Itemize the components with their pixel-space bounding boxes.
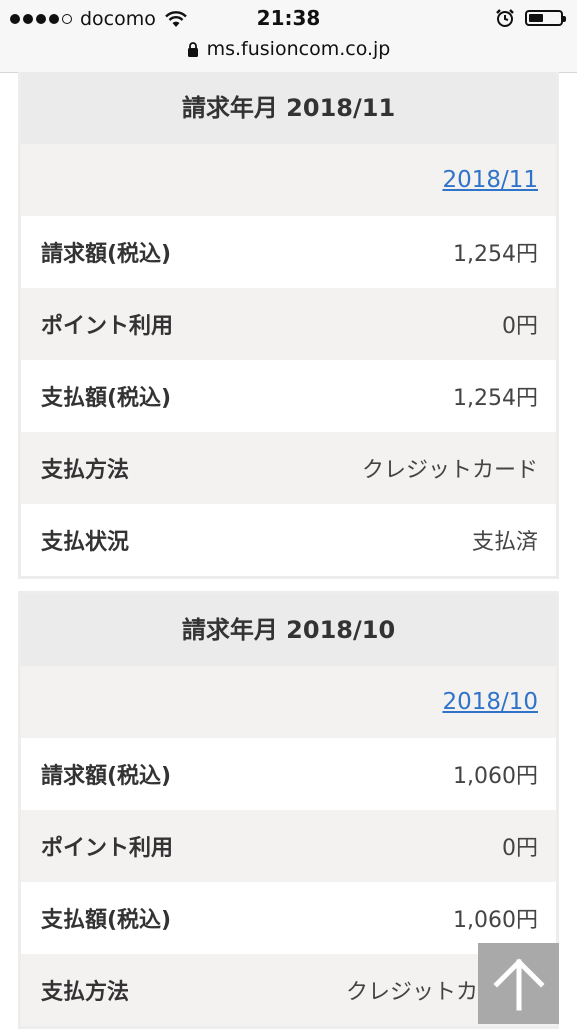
card-header: 請求年月 2018/10 [21,591,556,666]
row-label: 支払方法 [41,458,130,483]
clock: 21:38 [256,6,321,30]
billing-card: 請求年月 2018/11 2018/11 請求額(税込) 1,254円 ポイント… [18,72,559,579]
card-header: 請求年月 2018/11 [21,72,556,144]
row-value: 支払済 [471,530,538,555]
arrow-up-icon [492,957,545,1010]
status-bar: docomo 21:38 ms.fusioncom.co.jp [0,0,577,73]
row-label: 請求額(税込) [41,242,172,267]
row-value: 1,254円 [453,242,538,267]
billing-row: 支払額(税込) 1,254円 [21,360,556,432]
row-value: 0円 [502,314,538,339]
row-label: ポイント利用 [41,314,174,339]
billing-row: 支払方法 クレジットカード [21,432,556,504]
battery-icon [525,10,566,26]
month-detail-link[interactable]: 2018/10 [442,689,538,715]
billing-row: 支払方法 クレジットカ [21,954,556,1026]
row-value: クレジットカ [345,980,478,1005]
address-bar[interactable]: ms.fusioncom.co.jp [0,38,577,60]
row-value: 1,060円 [453,764,538,789]
scroll-to-top-button[interactable] [478,943,559,1024]
month-link-row: 2018/10 [21,666,556,738]
row-value: クレジットカード [361,458,538,483]
row-value: 1,254円 [453,386,538,411]
status-bar-right [495,8,566,28]
row-label: 支払状況 [41,530,130,555]
billing-row: 請求額(税込) 1,254円 [21,216,556,288]
billing-row: ポイント利用 0円 [21,288,556,360]
month-link-row: 2018/11 [21,144,556,216]
row-label: 支払方法 [41,980,130,1005]
lock-icon [187,41,198,57]
alarm-icon [496,9,514,27]
row-value: 0円 [502,836,538,861]
billing-row: 請求額(税込) 1,060円 [21,738,556,810]
row-label: ポイント利用 [41,836,174,861]
row-label: 支払額(税込) [41,908,172,933]
month-detail-link[interactable]: 2018/11 [442,167,538,193]
billing-row: 支払状況 支払済 [21,504,556,576]
url-text[interactable]: ms.fusioncom.co.jp [207,38,391,60]
billing-row: ポイント利用 0円 [21,810,556,882]
row-label: 支払額(税込) [41,386,172,411]
battery-level-fill [529,14,543,22]
row-label: 請求額(税込) [41,764,172,789]
row-value: 1,060円 [453,908,538,933]
billing-row: 支払額(税込) 1,060円 [21,882,556,954]
